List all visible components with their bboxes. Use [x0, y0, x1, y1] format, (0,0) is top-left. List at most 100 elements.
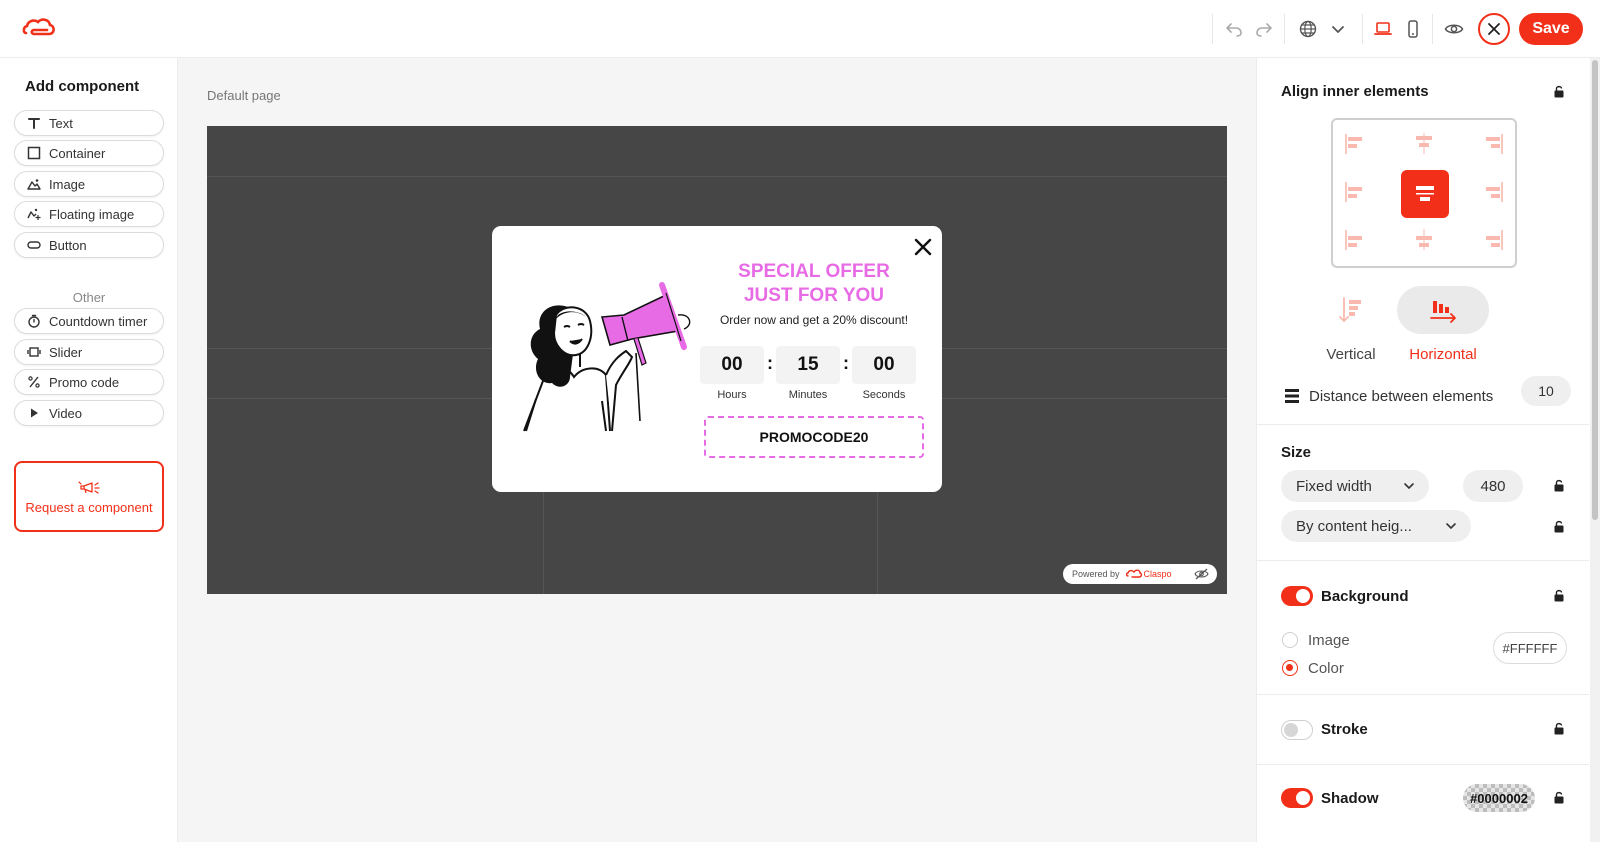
component-sidebar: Add component Text Container Image Float…	[0, 58, 178, 842]
eye-icon[interactable]	[1439, 14, 1469, 44]
grid-line	[877, 486, 878, 594]
distance-label: Distance between elements	[1309, 387, 1494, 405]
component-label: Text	[49, 115, 73, 131]
add-container-button[interactable]: Container	[14, 140, 164, 166]
mobile-icon[interactable]	[1398, 14, 1428, 44]
timer-icon	[28, 314, 40, 328]
page-label: Default page	[207, 88, 281, 103]
text-icon	[28, 118, 40, 129]
globe-icon[interactable]	[1293, 14, 1323, 44]
toolbar-divider	[1362, 14, 1363, 44]
preview-canvas[interactable]: SPECIAL OFFER JUST FOR YOU Order now and…	[207, 126, 1227, 594]
component-label: Floating image	[49, 206, 135, 222]
shadow-color-input[interactable]: #0000002	[1463, 784, 1535, 812]
direction-vertical-label: Vertical	[1326, 346, 1376, 363]
lock-icon[interactable]	[1553, 479, 1565, 492]
background-color-label: Color	[1308, 660, 1344, 677]
offer-title-line: SPECIAL OFFER	[738, 261, 890, 282]
promo-code-box[interactable]: PROMOCODE20	[704, 416, 924, 458]
section-divider	[1257, 694, 1589, 695]
add-text-button[interactable]: Text	[14, 110, 164, 136]
direction-vertical-button[interactable]	[1305, 286, 1397, 334]
button-icon	[27, 241, 41, 249]
shadow-toggle[interactable]	[1281, 788, 1313, 808]
popup-widget[interactable]: SPECIAL OFFER JUST FOR YOU Order now and…	[492, 226, 942, 492]
size-section-title: Size	[1281, 444, 1312, 461]
align-middle-left-icon[interactable]	[1343, 180, 1367, 204]
timer-hours: 00	[700, 346, 764, 384]
top-toolbar: Save	[0, 0, 1600, 58]
align-middle-right-icon[interactable]	[1481, 180, 1505, 204]
undo-icon[interactable]	[1219, 14, 1249, 44]
brand-text: Claspo	[1143, 569, 1172, 579]
claspo-logo-icon[interactable]	[22, 17, 56, 41]
background-color-radio[interactable]	[1282, 660, 1298, 676]
eye-off-icon[interactable]	[1194, 567, 1209, 581]
other-section-label: Other	[72, 290, 106, 305]
width-input[interactable]: 480	[1463, 470, 1523, 502]
align-center-icon	[1416, 186, 1434, 201]
distance-input[interactable]: 10	[1521, 376, 1571, 406]
chevron-down-icon[interactable]	[1323, 14, 1353, 44]
powered-by-badge: Powered by Claspo	[1063, 564, 1217, 584]
component-label: Video	[49, 405, 83, 421]
align-top-center-icon[interactable]	[1412, 132, 1436, 156]
add-video-button[interactable]: Video	[14, 400, 164, 426]
shadow-section-title: Shadow	[1321, 790, 1379, 807]
align-top-right-icon[interactable]	[1481, 132, 1505, 156]
toolbar-divider	[1284, 14, 1285, 44]
add-promo-code-button[interactable]: Promo code	[14, 369, 164, 395]
lock-icon[interactable]	[1553, 791, 1565, 804]
section-divider	[1257, 764, 1589, 765]
lock-icon[interactable]	[1553, 85, 1565, 98]
align-bottom-center-icon[interactable]	[1412, 228, 1436, 252]
panel-scrollbar-thumb[interactable]	[1592, 60, 1598, 520]
timer-label: Seconds	[862, 389, 906, 401]
container-icon	[27, 146, 41, 160]
width-mode-dropdown[interactable]: Fixed width	[1281, 470, 1429, 502]
desktop-icon[interactable]	[1368, 14, 1398, 44]
height-mode-dropdown[interactable]: By content heig...	[1281, 510, 1471, 542]
direction-horizontal-button[interactable]	[1397, 286, 1489, 334]
timer-label: Minutes	[788, 389, 828, 401]
offer-subtitle: Order now and get a 20% discount!	[719, 313, 909, 327]
lock-icon[interactable]	[1553, 589, 1565, 602]
add-image-button[interactable]: Image	[14, 171, 164, 197]
background-section-title: Background	[1321, 588, 1409, 605]
add-countdown-timer-button[interactable]: Countdown timer	[14, 308, 164, 334]
powered-by-text: Powered by	[1072, 569, 1120, 579]
add-button-button[interactable]: Button	[14, 232, 164, 258]
redo-icon[interactable]	[1249, 14, 1279, 44]
add-slider-button[interactable]: Slider	[14, 339, 164, 365]
add-floating-image-button[interactable]: Floating image	[14, 201, 164, 227]
align-bottom-left-icon[interactable]	[1343, 228, 1367, 252]
request-component-button[interactable]: Request a component	[14, 461, 164, 532]
width-mode-value: Fixed width	[1296, 477, 1372, 495]
timer-seconds: 00	[852, 346, 916, 384]
lock-icon[interactable]	[1553, 520, 1565, 533]
stroke-section-title: Stroke	[1321, 721, 1368, 738]
woman-megaphone-illustration	[523, 282, 691, 432]
timer-label: Hours	[717, 389, 747, 401]
toolbar-divider	[1432, 14, 1433, 44]
grid-line	[207, 176, 1227, 177]
align-middle-center-button[interactable]	[1401, 170, 1449, 218]
close-icon	[1488, 23, 1500, 35]
background-image-radio[interactable]	[1282, 632, 1298, 648]
align-bottom-right-icon[interactable]	[1481, 228, 1505, 252]
height-mode-value: By content heig...	[1296, 517, 1412, 535]
megaphone-icon	[78, 480, 100, 494]
close-icon[interactable]	[912, 236, 934, 258]
close-editor-button[interactable]	[1478, 13, 1510, 45]
timer-minutes: 15	[776, 346, 840, 384]
align-top-left-icon[interactable]	[1343, 132, 1367, 156]
alignment-grid	[1331, 118, 1517, 268]
background-toggle[interactable]	[1281, 586, 1313, 606]
lock-icon[interactable]	[1553, 722, 1565, 735]
chevron-down-icon	[1446, 523, 1456, 530]
background-color-input[interactable]: #FFFFFF	[1493, 632, 1567, 664]
stroke-toggle[interactable]	[1281, 720, 1313, 740]
sidebar-title: Add component	[25, 78, 140, 95]
save-button[interactable]: Save	[1519, 13, 1583, 45]
slider-icon	[27, 347, 41, 357]
